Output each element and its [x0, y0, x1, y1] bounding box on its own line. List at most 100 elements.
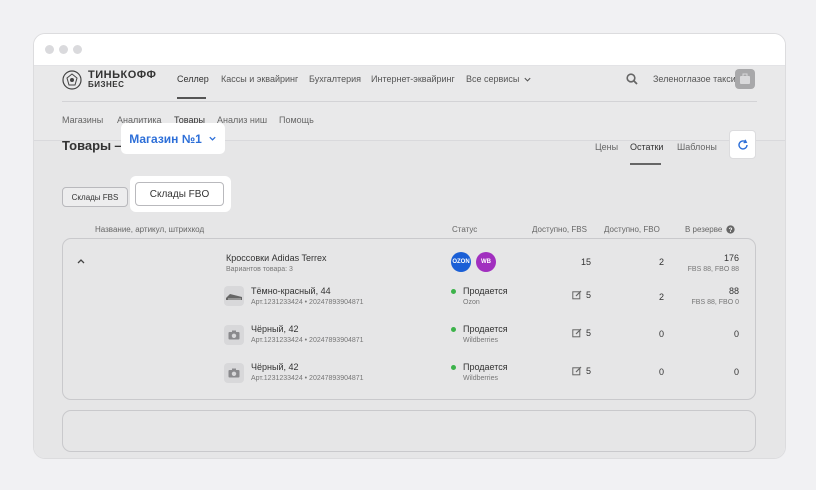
variant-thumbnail [224, 363, 244, 383]
status-dot [451, 364, 456, 370]
ozon-badge: OZON [451, 252, 471, 272]
column-header-status[interactable]: Статус [452, 225, 477, 234]
edit-icon [572, 328, 582, 338]
chevron-down-icon [209, 136, 216, 141]
status-dot [451, 326, 456, 332]
column-header-fbo[interactable]: Доступно, FBO [604, 225, 660, 234]
variant-fbs-value: 5 [586, 290, 592, 300]
variant-marketplace: Ozon [463, 299, 480, 306]
edit-icon [572, 290, 582, 300]
variant-reserve: 0 [733, 329, 739, 339]
nav-item-all-services[interactable]: Все сервисы [466, 74, 532, 84]
refresh-button[interactable] [729, 130, 756, 159]
subnav-item-help[interactable]: Помощь [279, 115, 314, 125]
variant-status-label: Продается [463, 362, 508, 372]
window-dot [59, 45, 68, 54]
product-variants-count: Вариантов товара: 3 [226, 266, 293, 273]
variant-status: Продается [451, 324, 508, 334]
nav-item-internet-acquiring[interactable]: Интернет-эквайринг [371, 74, 455, 84]
status-dot [451, 288, 456, 294]
product-card: Кроссовки Adidas Terrex Вариантов товара… [62, 238, 756, 400]
sneaker-icon [226, 294, 242, 300]
nav-item-seller[interactable]: Селлер [177, 74, 209, 84]
briefcase-icon [740, 73, 750, 84]
variant-reserve: 88 [728, 286, 739, 296]
variant-sku: Арт.1231233424 • 20247893904871 [251, 299, 364, 306]
variant-sku: Арт.1231233424 • 20247893904871 [251, 337, 364, 344]
wb-badge: WB [476, 252, 496, 272]
variant-status: Продается [451, 286, 508, 296]
refresh-icon [737, 139, 748, 150]
app-content: ТИНЬКОФФ БИЗНЕС Селлер Кассы и эквайринг… [34, 66, 785, 458]
variant-marketplace: Wildberries [463, 337, 499, 344]
variant-fbs-edit[interactable]: 5 [572, 366, 591, 376]
page-title: Товары — [62, 138, 128, 153]
column-header-fbs[interactable]: Доступно, FBS [532, 225, 587, 234]
chevron-down-icon [524, 77, 531, 82]
product-name[interactable]: Кроссовки Adidas Terrex [226, 253, 326, 263]
tab-stock[interactable]: Остатки [630, 142, 663, 152]
warehouses-fbo-popout: Склады FBO [130, 176, 231, 212]
wb-badge-label: WB [481, 259, 491, 265]
warehouses-fbo-button[interactable]: Склады FBO [135, 182, 224, 206]
ozon-badge-label: OZON [452, 259, 470, 265]
nav-item-accounting[interactable]: Бухгалтерия [309, 74, 361, 84]
variant-fbo: 0 [658, 367, 664, 377]
brand-line2: БИЗНЕС [88, 80, 125, 89]
variant-status-label: Продается [463, 324, 508, 334]
camera-icon [228, 368, 240, 378]
product-fbo: 2 [658, 257, 664, 267]
store-selector-value: Магазин №1 [129, 131, 202, 146]
variant-status-label: Продается [463, 286, 508, 296]
variant-thumbnail [224, 325, 244, 345]
coat-of-arms-icon [62, 70, 82, 90]
variant-name[interactable]: Чёрный, 42 [251, 324, 299, 334]
variant-reserve: 0 [733, 367, 739, 377]
variant-reserve-detail: FBS 88, FBO 0 [691, 299, 739, 306]
variant-fbs-value: 5 [586, 328, 592, 338]
variant-fbo: 0 [658, 329, 664, 339]
variant-name[interactable]: Чёрный, 42 [251, 362, 299, 372]
browser-window: ТИНЬКОФФ БИЗНЕС Селлер Кассы и эквайринг… [33, 33, 786, 459]
store-selector[interactable]: Магазин №1 [121, 123, 225, 154]
variant-fbo: 2 [658, 292, 664, 302]
brand-line1: ТИНЬКОФФ [88, 69, 157, 81]
column-header-name[interactable]: Название, артикул, штрихкод [95, 225, 204, 234]
variant-sku: Арт.1231233424 • 20247893904871 [251, 375, 364, 382]
company-name[interactable]: Зеленоглазое такси [653, 74, 736, 84]
company-avatar[interactable] [735, 69, 755, 89]
variant-status: Продается [451, 362, 508, 372]
edit-icon [572, 366, 582, 376]
warehouses-fbs-button[interactable]: Склады FBS [62, 187, 128, 207]
nav-item-cash[interactable]: Кассы и эквайринг [221, 74, 298, 84]
variant-marketplace: Wildberries [463, 375, 499, 382]
all-services-label: Все сервисы [466, 74, 520, 84]
chevron-up-icon[interactable] [76, 257, 86, 265]
product-card-next [62, 410, 756, 452]
svg-text:?: ? [729, 227, 733, 234]
brand-logo[interactable]: ТИНЬКОФФ БИЗНЕС [62, 70, 156, 90]
column-header-reserve[interactable]: В резерве ? [685, 225, 736, 234]
variant-fbs-edit[interactable]: 5 [572, 290, 591, 300]
tab-templates[interactable]: Шаблоны [677, 142, 717, 152]
subnav-item-niche-analysis[interactable]: Анализ ниш [217, 115, 267, 125]
nav-active-indicator [177, 97, 206, 99]
tab-prices[interactable]: Цены [595, 142, 618, 152]
subnav-item-stores[interactable]: Магазины [62, 115, 103, 125]
nav-divider [62, 101, 757, 102]
variant-thumbnail [224, 286, 244, 306]
product-reserve: 176 [723, 253, 739, 263]
reserve-header-label: В резерве [685, 225, 723, 234]
variant-fbs-value: 5 [586, 366, 592, 376]
window-titlebar [34, 34, 785, 66]
window-dot [45, 45, 54, 54]
help-icon[interactable]: ? [726, 225, 736, 234]
variant-fbs-edit[interactable]: 5 [572, 328, 591, 338]
product-reserve-detail: FBS 88, FBO 88 [687, 266, 739, 273]
camera-icon [228, 330, 240, 340]
search-icon[interactable] [626, 73, 638, 85]
product-fbs: 15 [580, 257, 591, 267]
variant-name[interactable]: Тёмно-красный, 44 [251, 286, 331, 296]
window-dot [73, 45, 82, 54]
tab-active-indicator [630, 163, 661, 165]
